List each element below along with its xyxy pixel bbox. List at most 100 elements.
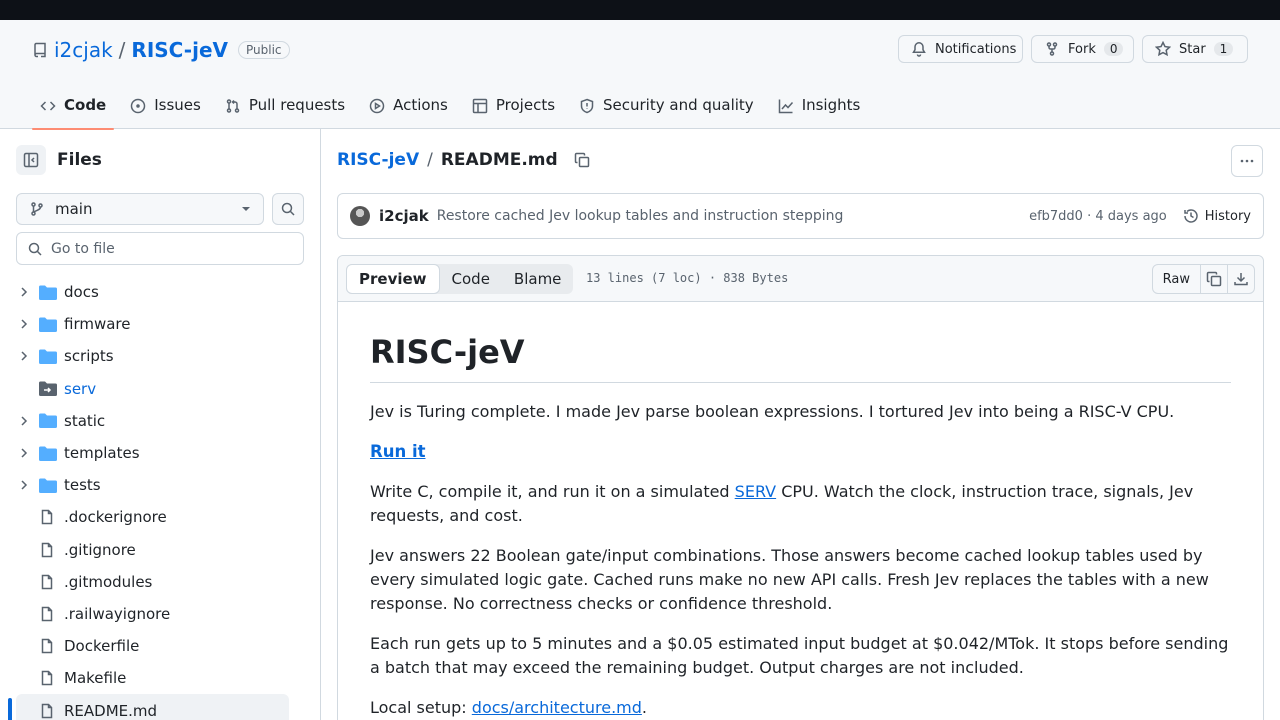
sidebar-collapse-icon: [23, 152, 39, 168]
file-icon: [39, 509, 55, 525]
chevron-right-icon[interactable]: [18, 447, 30, 459]
go-to-file-input[interactable]: [51, 240, 291, 257]
tree-item-label: docs: [64, 283, 99, 302]
tab-security[interactable]: Security and quality: [571, 92, 762, 129]
tree-item-label: serv: [64, 379, 97, 398]
breadcrumb-separator: /: [427, 150, 433, 170]
pull-request-icon: [225, 96, 241, 114]
tab-label: Security and quality: [603, 96, 754, 114]
tab-code-view[interactable]: Code: [440, 264, 502, 294]
star-button[interactable]: Star 1: [1142, 35, 1248, 63]
tab-label: Issues: [154, 96, 201, 114]
tree-item-scripts[interactable]: scripts: [0, 340, 320, 372]
bell-icon: [911, 41, 927, 57]
chevron-down-icon: [241, 206, 251, 212]
file-icon: [39, 542, 55, 558]
tree-item-label: .dockerignore: [64, 508, 167, 527]
tree-item-gitmodules[interactable]: .gitmodules: [0, 566, 320, 598]
folder-icon: [39, 446, 57, 461]
download-button[interactable]: [1227, 265, 1254, 293]
copy-raw-button[interactable]: [1200, 265, 1227, 293]
readme-answers-paragraph: Jev answers 22 Boolean gate/input combin…: [370, 546, 1209, 613]
copy-icon: [1206, 271, 1222, 287]
local-text-after: .: [641, 698, 647, 717]
tree-item-dockerfile[interactable]: Dockerfile: [0, 630, 320, 662]
more-options-button[interactable]: [1231, 145, 1263, 177]
breadcrumb-repo-link[interactable]: RISC-jeV: [337, 150, 419, 170]
tab-projects[interactable]: Projects: [464, 92, 563, 129]
tree-item-makefile[interactable]: Makefile: [0, 662, 320, 694]
history-label: History: [1204, 208, 1251, 224]
commit-message[interactable]: Restore cached Jev lookup tables and ins…: [437, 208, 844, 224]
chevron-right-icon[interactable]: [18, 479, 30, 491]
folder-icon: [39, 349, 57, 364]
tree-item-label: static: [64, 411, 106, 430]
chevron-right-icon[interactable]: [18, 350, 30, 362]
search-icon: [280, 201, 296, 217]
tree-item-gitignore[interactable]: .gitignore: [0, 534, 320, 566]
commit-author-link[interactable]: i2cjak: [379, 207, 429, 225]
file-tree-sidebar: Files main docs firmware: [0, 129, 321, 720]
download-icon: [1233, 271, 1249, 287]
visibility-badge: Public: [238, 41, 290, 59]
collapse-sidebar-button[interactable]: [16, 145, 46, 175]
tree-item-firmware[interactable]: firmware: [0, 308, 320, 340]
submodule-icon: [39, 381, 57, 397]
star-label: Star: [1179, 41, 1206, 57]
repo-owner-link[interactable]: i2cjak: [54, 38, 113, 62]
raw-button[interactable]: Raw: [1153, 265, 1200, 293]
file-info: 13 lines (7 loc) · 838 Bytes: [586, 271, 789, 285]
architecture-doc-link[interactable]: docs/architecture.md: [472, 698, 642, 717]
issue-icon: [130, 96, 146, 114]
tree-item-label: tests: [64, 476, 101, 495]
tree-item-tests[interactable]: tests: [0, 469, 320, 501]
run-it-anchor-link[interactable]: Run it: [370, 442, 426, 461]
file-icon: [39, 670, 55, 686]
file-view-main: RISC-jeV / README.md i2cjak Restore cach…: [321, 129, 1280, 720]
copy-path-icon[interactable]: [574, 152, 590, 168]
tree-item-docs[interactable]: docs: [0, 276, 320, 308]
top-bar: [0, 0, 1280, 20]
tab-label: Pull requests: [248, 96, 346, 114]
commit-sha-time[interactable]: efb7dd0 · 4 days ago: [1029, 209, 1167, 224]
fork-button[interactable]: Fork 0: [1031, 35, 1134, 63]
breadcrumb-file: README.md: [440, 150, 558, 170]
notifications-button[interactable]: Notifications: [898, 35, 1023, 63]
graph-icon: [778, 96, 794, 114]
tree-item-static[interactable]: static: [0, 405, 320, 437]
history-link[interactable]: History: [1183, 208, 1251, 224]
repo-name-link[interactable]: RISC-jeV: [131, 38, 228, 62]
file-header: Preview Code Blame 13 lines (7 loc) · 83…: [338, 256, 1263, 302]
readme-run-paragraph: Write C, compile it, and run it on a sim…: [370, 480, 1231, 528]
branch-icon: [29, 201, 45, 217]
tab-pull-requests[interactable]: Pull requests: [217, 92, 353, 129]
serv-link[interactable]: SERV: [735, 482, 776, 501]
tree-item-railwayignore[interactable]: .railwayignore: [0, 598, 320, 630]
chevron-right-icon[interactable]: [18, 318, 30, 330]
tree-item-readme[interactable]: README.md: [16, 694, 289, 720]
notifications-label: Notifications: [935, 41, 1017, 57]
go-to-file-field[interactable]: [16, 232, 304, 265]
chevron-right-icon[interactable]: [18, 286, 30, 298]
tab-preview[interactable]: Preview: [346, 264, 440, 294]
tab-insights[interactable]: Insights: [770, 92, 869, 129]
chevron-right-icon[interactable]: [18, 415, 30, 427]
star-icon: [1155, 41, 1171, 57]
tree-item-label: Makefile: [64, 669, 127, 688]
file-icon: [39, 703, 55, 719]
tab-actions[interactable]: Actions: [361, 92, 456, 129]
tab-issues[interactable]: Issues: [122, 92, 209, 129]
tree-item-label: firmware: [64, 315, 131, 334]
tab-blame[interactable]: Blame: [502, 264, 574, 294]
tree-item-serv[interactable]: serv: [0, 373, 320, 405]
tree-item-templates[interactable]: templates: [0, 437, 320, 469]
fork-label: Fork: [1068, 41, 1096, 57]
search-files-button[interactable]: [272, 193, 304, 225]
branch-selector[interactable]: main: [16, 193, 264, 225]
tab-label: Code: [64, 96, 107, 114]
file-content-box: Preview Code Blame 13 lines (7 loc) · 83…: [337, 255, 1264, 720]
avatar[interactable]: [350, 206, 370, 226]
tree-item-dockerignore[interactable]: .dockerignore: [0, 501, 320, 533]
file-icon: [39, 606, 55, 622]
tab-code[interactable]: Code: [32, 92, 115, 130]
